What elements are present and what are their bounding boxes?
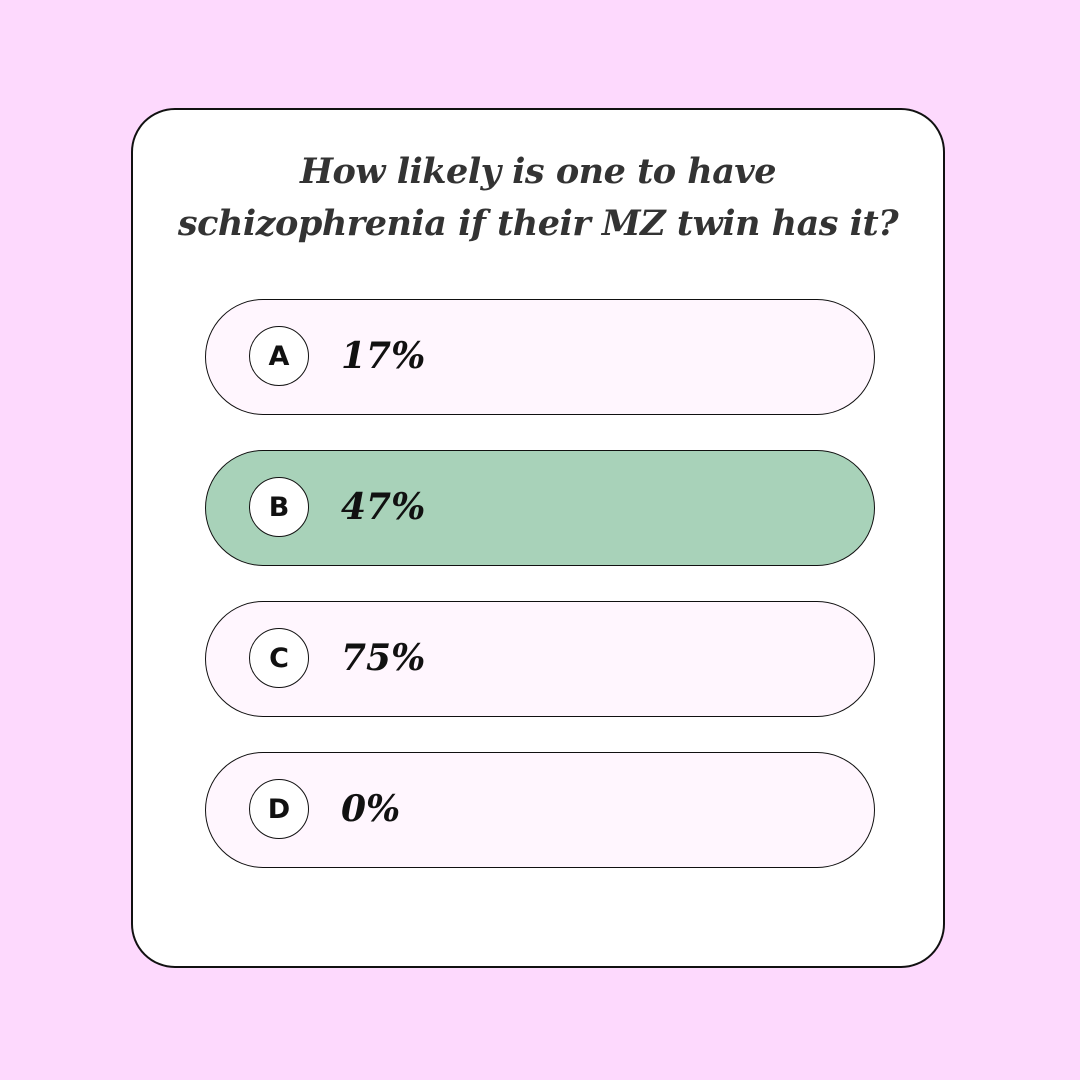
option-letter-badge: B — [249, 477, 309, 537]
option-value: 75% — [341, 637, 426, 679]
question-line-1: How likely is one to have — [299, 151, 777, 192]
option-d[interactable]: D 0% — [205, 752, 875, 868]
option-a[interactable]: A 17% — [205, 299, 875, 415]
question-line-2: schizophrenia if their MZ twin has it? — [177, 203, 899, 244]
option-c[interactable]: C 75% — [205, 601, 875, 717]
option-value: 47% — [341, 486, 426, 528]
option-value: 17% — [341, 335, 426, 377]
question-text: How likely is one to have schizophrenia … — [133, 146, 943, 250]
option-value: 0% — [341, 788, 401, 830]
option-b-selected[interactable]: B 47% — [205, 450, 875, 566]
quiz-card: How likely is one to have schizophrenia … — [131, 108, 945, 968]
option-letter-badge: A — [249, 326, 309, 386]
option-letter-badge: D — [249, 779, 309, 839]
option-letter-badge: C — [249, 628, 309, 688]
